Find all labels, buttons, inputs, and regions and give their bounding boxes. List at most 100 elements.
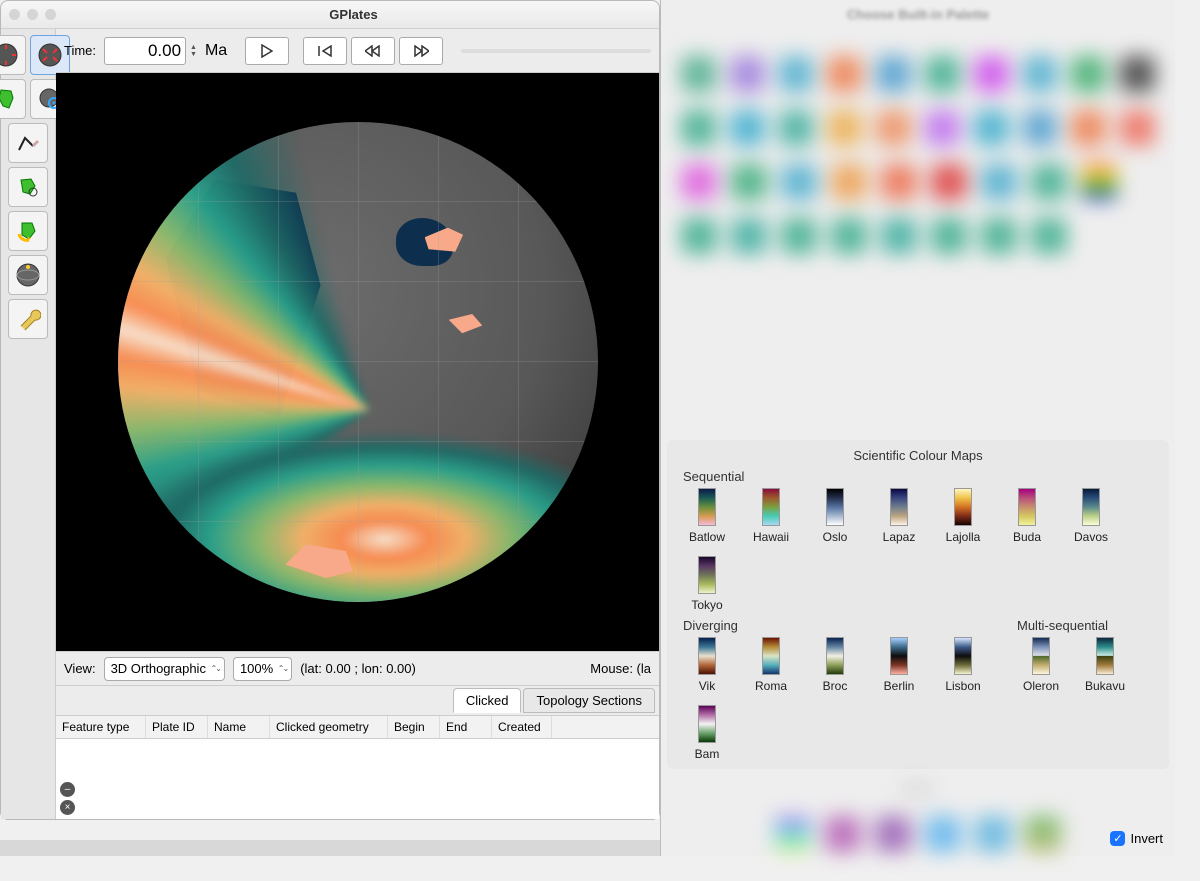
step-back-icon — [365, 45, 381, 57]
palette-div-bam[interactable]: Bam — [681, 705, 733, 761]
graticule — [118, 122, 598, 602]
colormap-label: Hawaii — [753, 530, 789, 544]
colormap-label: Lisbon — [945, 679, 980, 693]
time-unit: Ma — [205, 42, 227, 60]
palette-div-broc[interactable]: Broc — [809, 637, 861, 693]
tool-reconstruct[interactable] — [8, 211, 48, 251]
tool-drag-globe[interactable] — [0, 35, 26, 75]
th-name[interactable]: Name — [208, 716, 270, 738]
globe[interactable] — [118, 122, 598, 602]
view-status-bar: View: 3D Orthographic 100% (lat: 0.00 ; … — [56, 651, 659, 685]
colormap-swatch-icon — [1096, 637, 1114, 675]
colormap-label: Broc — [823, 679, 848, 693]
palette-multi-oleron[interactable]: Oleron — [1015, 637, 1067, 693]
feature-tabs: Clicked Topology Sections — [56, 685, 659, 715]
palette-group-multiseq-label: Multi-sequential — [1017, 618, 1153, 633]
step-forward-icon — [413, 45, 429, 57]
palette-seq-buda[interactable]: Buda — [1001, 488, 1053, 544]
invert-checkbox[interactable]: ✓ — [1110, 831, 1125, 846]
palette-row-sequential: Batlow Hawaii Oslo Lapaz Lajolla Buda Davos Tok… — [681, 488, 1155, 612]
tab-clicked[interactable]: Clicked — [453, 688, 522, 713]
tool-select-feature[interactable] — [0, 79, 26, 119]
tool-digitize[interactable] — [8, 123, 48, 163]
colormap-label: Bam — [695, 747, 720, 761]
mouse-readout: Mouse: (la — [590, 661, 651, 676]
view-label: View: — [64, 661, 96, 676]
minimize-icon[interactable] — [27, 9, 38, 20]
latlon-readout: (lat: 0.00 ; lon: 0.00) — [300, 661, 416, 676]
colormap-swatch-icon — [762, 488, 780, 526]
palette-div-berlin[interactable]: Berlin — [873, 637, 925, 693]
tool-pole[interactable] — [8, 255, 48, 295]
time-stepper[interactable]: ▲▼ — [190, 44, 197, 58]
colormap-label: Batlow — [689, 530, 725, 544]
tool-measure[interactable] — [8, 299, 48, 339]
pencil-polyline-icon — [15, 130, 41, 156]
zoom-icon[interactable] — [45, 9, 56, 20]
projection-select[interactable]: 3D Orthographic — [104, 657, 225, 681]
colormap-swatch-icon — [698, 488, 716, 526]
colormap-swatch-icon — [1082, 488, 1100, 526]
rewind-start-button[interactable] — [303, 37, 347, 65]
play-button[interactable] — [245, 37, 289, 65]
palette-div-vik[interactable]: Vik — [681, 637, 733, 693]
th-plate-id[interactable]: Plate ID — [146, 716, 208, 738]
colormap-swatch-icon — [1018, 488, 1036, 526]
globe-viewport[interactable] — [56, 73, 659, 651]
colormap-label: Berlin — [884, 679, 915, 693]
close-icon[interactable] — [9, 9, 20, 20]
colormap-label: Davos — [1074, 530, 1108, 544]
time-slider[interactable] — [461, 49, 651, 53]
step-forward-button[interactable] — [399, 37, 443, 65]
skip-start-icon — [317, 45, 333, 57]
colormap-swatch-icon — [698, 637, 716, 675]
globe-arrows-icon — [0, 42, 19, 68]
collapse-icon[interactable]: – — [60, 782, 75, 797]
th-clicked-geometry[interactable]: Clicked geometry — [270, 716, 388, 738]
tool-move-geometry[interactable] — [8, 167, 48, 207]
palette-seq-tokyo[interactable]: Tokyo — [681, 556, 733, 612]
titlebar[interactable]: GPlates — [1, 1, 659, 29]
zoom-select[interactable]: 100% — [233, 657, 292, 681]
colormap-label: Oleron — [1023, 679, 1059, 693]
colormap-label: Vik — [699, 679, 715, 693]
colormap-label: Lajolla — [946, 530, 981, 544]
palette-seq-lajolla[interactable]: Lajolla — [937, 488, 989, 544]
palette-title: Choose Built-in Palette — [661, 0, 1175, 28]
window-controls — [9, 9, 56, 20]
palette-div-lisbon[interactable]: Lisbon — [937, 637, 989, 693]
time-input[interactable] — [104, 37, 186, 65]
tab-topology-sections[interactable]: Topology Sections — [523, 688, 655, 713]
feature-table-header: Feature type Plate ID Name Clicked geome… — [56, 715, 659, 739]
palette-row-multiseq: Oleron Bukavu — [1015, 637, 1155, 693]
africa-icon — [0, 86, 19, 112]
palette-seq-lapaz[interactable]: Lapaz — [873, 488, 925, 544]
colormap-swatch-icon — [890, 637, 908, 675]
continent-rotate-icon — [15, 218, 41, 244]
window-title: GPlates — [56, 7, 651, 22]
palette-group-sequential-label: Sequential — [683, 469, 1153, 484]
play-icon — [261, 44, 273, 58]
th-created[interactable]: Created — [492, 716, 552, 738]
table-scroll-buttons: – × — [60, 782, 75, 815]
colormap-label: Buda — [1013, 530, 1041, 544]
invert-label: Invert — [1130, 831, 1163, 846]
palette-seq-davos[interactable]: Davos — [1065, 488, 1117, 544]
close-icon[interactable]: × — [60, 800, 75, 815]
palette-div-roma[interactable]: Roma — [745, 637, 797, 693]
feature-table-body[interactable]: – × — [56, 739, 659, 819]
palette-seq-oslo[interactable]: Oslo — [809, 488, 861, 544]
colormap-label: Oslo — [823, 530, 848, 544]
palette-row-diverging: Vik Roma Broc Berlin Lisbon Bam — [681, 637, 997, 761]
th-feature-type[interactable]: Feature type — [56, 716, 146, 738]
palette-seq-batlow[interactable]: Batlow — [681, 488, 733, 544]
palette-dialog: Choose Built-in Palette Scientific Colou… — [660, 0, 1175, 856]
colormap-swatch-icon — [890, 488, 908, 526]
th-begin[interactable]: Begin — [388, 716, 440, 738]
colormap-swatch-icon — [1032, 637, 1050, 675]
palette-seq-hawaii[interactable]: Hawaii — [745, 488, 797, 544]
palette-section-blurred-other: Other — [661, 771, 1175, 881]
step-back-button[interactable] — [351, 37, 395, 65]
palette-multi-bukavu[interactable]: Bukavu — [1079, 637, 1131, 693]
th-end[interactable]: End — [440, 716, 492, 738]
